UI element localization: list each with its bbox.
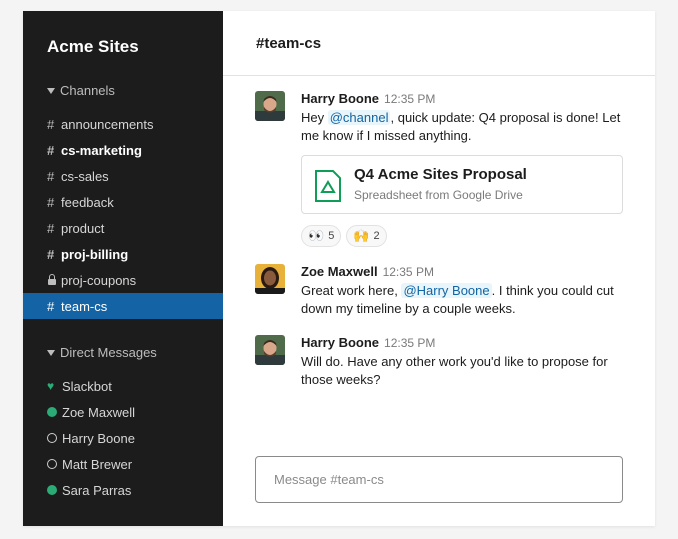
sidebar: Acme Sites Channels # announcements # cs-m… [23, 11, 223, 526]
channel-announcements[interactable]: # announcements [23, 111, 223, 137]
message-author[interactable]: Harry Boone [301, 335, 379, 350]
message-author[interactable]: Zoe Maxwell [301, 264, 378, 279]
channel-label: cs-marketing [61, 142, 142, 158]
channel-proj-billing[interactable]: # proj-billing [23, 241, 223, 267]
dm-label: Zoe Maxwell [62, 404, 135, 420]
dm-label: Slackbot [62, 378, 112, 394]
dm-harry-boone[interactable]: Harry Boone [23, 425, 223, 451]
lock-icon [47, 274, 61, 286]
avatar[interactable] [255, 264, 285, 294]
hash-icon: # [47, 246, 55, 262]
channel-product[interactable]: # product [23, 215, 223, 241]
message-author[interactable]: Harry Boone [301, 91, 379, 106]
message-text: Hey @channel, quick update: Q4 proposal … [301, 110, 621, 143]
file-attachment[interactable]: Q4 Acme Sites Proposal Spreadsheet from … [301, 155, 623, 214]
channel-list: # announcements # cs-marketing # cs-sales #… [23, 111, 223, 319]
channel-team-cs[interactable]: # team-cs [23, 293, 223, 319]
reaction-count: 5 [328, 230, 335, 242]
channel-proj-coupons[interactable]: proj-coupons [23, 267, 223, 293]
dm-list: ♥ Slackbot Zoe Maxwell Harry Boone Matt B… [23, 373, 223, 503]
channels-section-label: Channels [60, 83, 115, 98]
message-timestamp[interactable]: 12:35 PM [384, 336, 435, 350]
channel-label: product [61, 220, 105, 236]
channel-label: proj-coupons [61, 272, 137, 288]
hash-icon: # [47, 220, 55, 236]
caret-down-icon [47, 349, 55, 356]
dm-matt-brewer[interactable]: Matt Brewer [23, 451, 223, 477]
channel-label: team-cs [61, 298, 108, 314]
dm-label: Sara Parras [62, 482, 132, 498]
channel-mention[interactable]: @channel [327, 110, 391, 125]
channel-label: feedback [61, 194, 114, 210]
hash-icon: # [47, 298, 55, 314]
channel-cs-sales[interactable]: # cs-sales [23, 163, 223, 189]
message-text: Great work here, @Harry Boone. I think y… [301, 283, 614, 316]
google-drive-icon [314, 170, 342, 202]
message: Harry Boone 12:35 PM Will do. Have any ot… [255, 335, 625, 389]
attachment-title[interactable]: Q4 Acme Sites Proposal [354, 166, 527, 183]
attachment-subtitle: Spreadsheet from Google Drive [354, 188, 523, 202]
channel-cs-marketing[interactable]: # cs-marketing [23, 137, 223, 163]
workspace-name[interactable]: Acme Sites [47, 37, 139, 57]
dm-slackbot[interactable]: ♥ Slackbot [23, 373, 223, 399]
channel-label: announcements [61, 116, 154, 132]
reaction-count: 2 [373, 230, 380, 242]
message-input[interactable]: Message #team-cs [255, 456, 623, 503]
dm-section-label: Direct Messages [60, 345, 157, 360]
eyes-emoji-icon: 👀 [308, 228, 325, 243]
hash-icon: # [47, 116, 55, 132]
dm-section-header[interactable]: Direct Messages [47, 345, 157, 360]
message-text: Will do. Have any other work you'd like … [301, 354, 608, 387]
hash-icon: # [47, 194, 55, 210]
presence-online-icon [47, 485, 57, 495]
reaction-raised-hands[interactable]: 🙌 2 [346, 225, 387, 247]
presence-online-icon [47, 407, 57, 417]
reactions: 👀 5 🙌 2 [301, 225, 625, 247]
message-timestamp[interactable]: 12:35 PM [384, 92, 435, 106]
channel-feedback[interactable]: # feedback [23, 189, 223, 215]
presence-away-icon [47, 433, 57, 443]
dm-label: Matt Brewer [62, 456, 133, 472]
channel-label: proj-billing [61, 246, 129, 262]
dm-zoe-maxwell[interactable]: Zoe Maxwell [23, 399, 223, 425]
message-timestamp[interactable]: 12:35 PM [383, 265, 434, 279]
message: Harry Boone 12:35 PM Hey @channel, quick … [255, 91, 625, 247]
reaction-eyes[interactable]: 👀 5 [301, 225, 342, 247]
message: Zoe Maxwell 12:35 PM Great work here, @Ha… [255, 264, 625, 318]
avatar[interactable] [255, 91, 285, 121]
user-mention[interactable]: @Harry Boone [401, 283, 492, 298]
channel-label: cs-sales [61, 168, 109, 184]
channel-view: #team-cs Harry Boone 12:35 PM Hey @channe… [223, 11, 655, 526]
dm-label: Harry Boone [62, 430, 135, 446]
presence-away-icon [47, 459, 57, 469]
dm-sara-parras[interactable]: Sara Parras [23, 477, 223, 503]
hash-icon: # [47, 168, 55, 184]
heart-icon: ♥ [47, 379, 55, 393]
hash-icon: # [47, 142, 55, 158]
raised-hands-emoji-icon: 🙌 [353, 228, 370, 243]
channel-title[interactable]: #team-cs [223, 11, 655, 76]
avatar[interactable] [255, 335, 285, 365]
channels-section-header[interactable]: Channels [47, 83, 115, 98]
app-window: Acme Sites Channels # announcements # cs-m… [23, 11, 655, 526]
caret-down-icon [47, 87, 55, 94]
